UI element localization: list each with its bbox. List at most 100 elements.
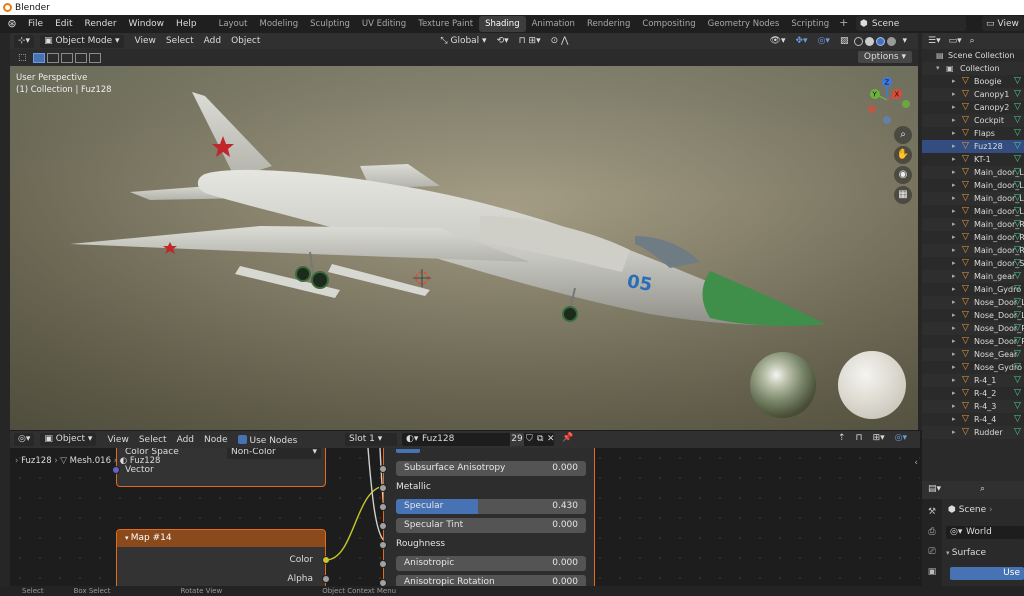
specular-tint-socket[interactable]: [379, 522, 387, 530]
node-editor-type-icon[interactable]: ◎▾: [14, 433, 35, 446]
expand-arrow-icon[interactable]: ▸: [952, 426, 956, 439]
expand-arrow-icon[interactable]: ▸: [952, 374, 956, 387]
properties-search-icon[interactable]: ⌕: [980, 484, 985, 494]
specular-tint-field[interactable]: Specular Tint 0.000: [396, 518, 586, 533]
editor-type-icon[interactable]: ⊹▾: [14, 34, 35, 48]
expand-arrow-icon[interactable]: ▸: [952, 101, 956, 114]
expand-arrow-icon[interactable]: ▸: [952, 322, 956, 335]
select-mode-subtract-icon[interactable]: [60, 52, 73, 63]
viewport-options-button[interactable]: Options ▾: [857, 51, 912, 63]
expand-arrow-icon[interactable]: ▸: [952, 153, 956, 166]
anisotropic-rotation-socket[interactable]: [379, 579, 387, 586]
outliner-item[interactable]: ▸▽Main_door_R2▽: [922, 231, 1024, 244]
material-selector[interactable]: ◐▾ Fuz128 29 ⛉ ⧉ ✕: [402, 433, 555, 446]
tab-rendering[interactable]: Rendering: [581, 16, 636, 32]
expand-arrow-icon[interactable]: ▸: [952, 75, 956, 88]
tab-geometry-nodes[interactable]: Geometry Nodes: [702, 16, 786, 32]
camera-view-icon[interactable]: ◉: [894, 166, 912, 184]
outliner-item[interactable]: ▸ ▽ R-4_4 ▽: [922, 413, 1024, 426]
tab-scripting[interactable]: Scripting: [785, 16, 835, 32]
expand-arrow-icon[interactable]: ▸: [952, 88, 956, 101]
anisotropic-field[interactable]: Anisotropic 0.000: [396, 556, 586, 571]
outliner-item[interactable]: ▸ ▽ R-4_2 ▽: [922, 387, 1024, 400]
gizmo-toggle-icon[interactable]: ✥▾: [791, 36, 813, 46]
fake-user-icon[interactable]: ⛉: [526, 433, 533, 446]
material-users-count[interactable]: 29: [510, 433, 524, 446]
shading-wireframe-icon[interactable]: [854, 36, 864, 46]
view-layer-selector[interactable]: ▭ View: [982, 16, 1024, 31]
node-menu-view[interactable]: View: [102, 435, 133, 445]
outliner-collection[interactable]: ▾ ▣ Collection: [922, 62, 1024, 75]
node-menu-add[interactable]: Add: [172, 435, 199, 445]
output-tab-icon[interactable]: ⎚: [925, 545, 939, 559]
viewport-menu-add[interactable]: Add: [199, 36, 226, 46]
subsurface-anisotropy-socket[interactable]: [379, 465, 387, 473]
blender-menu-icon[interactable]: ⊛: [5, 17, 19, 31]
menu-file[interactable]: File: [22, 15, 49, 33]
tab-compositing[interactable]: Compositing: [636, 16, 701, 32]
properties-editor-icon[interactable]: ▤▾: [928, 484, 941, 494]
overlay-toggle-icon[interactable]: ◎▾: [813, 36, 835, 46]
menu-window[interactable]: Window: [123, 15, 171, 33]
select-tool-icon[interactable]: ⬚: [18, 53, 27, 63]
transform-orientation[interactable]: ⤡ Global ▾: [435, 36, 491, 46]
outliner-item[interactable]: ▸▽Main_door_Sm▽: [922, 257, 1024, 270]
outliner-item[interactable]: ▸ ▽ R-4_3 ▽: [922, 400, 1024, 413]
tool-tab-icon[interactable]: ⚒: [925, 505, 939, 519]
mode-selector[interactable]: ▣ Object Mode ▾: [40, 34, 124, 48]
tab-sculpting[interactable]: Sculpting: [304, 16, 356, 32]
node-editor-canvas[interactable]: › Fuz128 › ▽ Mesh.016 › ◐ Fuz128 Color S…: [10, 448, 920, 586]
outliner-item[interactable]: ▸▽Nose_Door_R1▽: [922, 322, 1024, 335]
zoom-icon[interactable]: ⌕: [894, 126, 912, 144]
scene-selector[interactable]: ⬢ Scene: [856, 16, 966, 31]
shading-rendered-icon[interactable]: [887, 36, 897, 46]
expand-arrow-icon[interactable]: ▸: [952, 231, 956, 244]
outliner-display-icon[interactable]: ▭▾: [949, 36, 962, 46]
tab-texture-paint[interactable]: Texture Paint: [412, 16, 479, 32]
collection-expand-icon[interactable]: ▾: [936, 62, 940, 75]
menu-help[interactable]: Help: [170, 15, 203, 33]
unlink-material-icon[interactable]: ✕: [547, 433, 555, 446]
menu-edit[interactable]: Edit: [49, 15, 78, 33]
perspective-grid-icon[interactable]: ▦: [894, 186, 912, 204]
viewport-menu-view[interactable]: View: [130, 36, 161, 46]
specular-field[interactable]: Specular 0.430: [396, 499, 586, 514]
expand-arrow-icon[interactable]: ▸: [952, 179, 956, 192]
expand-arrow-icon[interactable]: ▸: [952, 413, 956, 426]
tab-animation[interactable]: Animation: [526, 16, 581, 32]
expand-arrow-icon[interactable]: ▸: [952, 192, 956, 205]
expand-arrow-icon[interactable]: ▸: [952, 257, 956, 270]
node-snap-target-icon[interactable]: ⊞▾: [868, 433, 890, 443]
select-mode-intersect-icon[interactable]: [88, 52, 101, 63]
roughness-socket[interactable]: [379, 541, 387, 549]
outliner-item[interactable]: ▸▽Main_door_R1▽: [922, 218, 1024, 231]
proportional-edit-icon[interactable]: ⊙ ⋀: [546, 36, 574, 46]
tab-shading[interactable]: Shading: [479, 16, 526, 32]
metallic-socket[interactable]: [379, 484, 387, 492]
expand-arrow-icon[interactable]: ▸: [952, 309, 956, 322]
outliner-item[interactable]: ▸ ▽ Main_door_L3 ▽: [922, 192, 1024, 205]
outliner-item[interactable]: ▸ ▽ Nose_Gear ▽: [922, 348, 1024, 361]
outliner-item[interactable]: ▸▽Nose_Door_L2▽: [922, 309, 1024, 322]
expand-arrow-icon[interactable]: ▸: [952, 283, 956, 296]
pin-icon[interactable]: 📌: [562, 433, 573, 443]
expand-arrow-icon[interactable]: ▸: [952, 270, 956, 283]
principled-bsdf-node[interactable]: Subsurface Anisotropy 0.000 Metallic Spe…: [379, 448, 595, 586]
outliner-editor-icon[interactable]: ☰▾: [928, 36, 941, 46]
outliner-item[interactable]: ▸▽Nose_Door_L1▽: [922, 296, 1024, 309]
outliner-item[interactable]: ▸ ▽ Main_Gydro ▽: [922, 283, 1024, 296]
use-nodes-toggle[interactable]: Use Nodes: [233, 434, 303, 446]
duplicate-material-icon[interactable]: ⧉: [537, 433, 543, 446]
material-slot-selector[interactable]: Slot 1 ▾: [345, 433, 397, 446]
select-mode-new-icon[interactable]: [32, 52, 45, 63]
outliner-item[interactable]: ▸ ▽ Cockpit ▽: [922, 114, 1024, 127]
subsurface-anisotropy-field[interactable]: Subsurface Anisotropy 0.000: [396, 461, 586, 476]
navigation-gizmo[interactable]: Z X Y: [863, 74, 911, 124]
select-mode-extend-icon[interactable]: [46, 52, 59, 63]
shading-material-icon[interactable]: [876, 36, 886, 46]
outliner-item[interactable]: ▸ ▽ Main_door_L4 ▽: [922, 205, 1024, 218]
expand-arrow-icon[interactable]: ▸: [952, 387, 956, 400]
expand-arrow-icon[interactable]: ▸: [952, 127, 956, 140]
outliner-item[interactable]: ▸ ▽ Main_gear ▽: [922, 270, 1024, 283]
tab-layout[interactable]: Layout: [213, 16, 254, 32]
